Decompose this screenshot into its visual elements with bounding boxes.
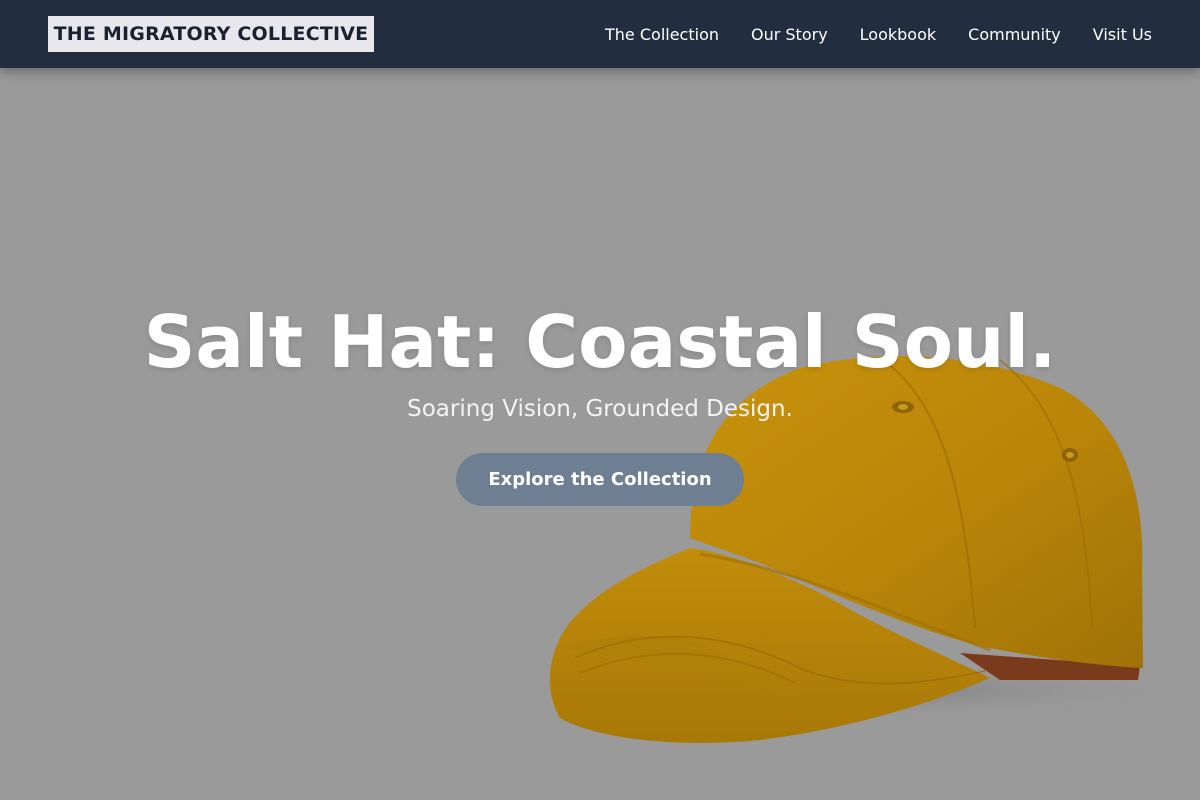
hero-cap-image [549,356,1160,744]
nav-link-lookbook[interactable]: Lookbook [860,25,936,44]
nav-link-the-collection[interactable]: The Collection [605,25,719,44]
site-header: THE MIGRATORY COLLECTIVE The Collection … [0,0,1200,68]
hero-subtitle: Soaring Vision, Grounded Design. [407,396,793,422]
page: THE MIGRATORY COLLECTIVE The Collection … [0,0,1200,800]
hero-title: Salt Hat: Coastal Soul. [143,300,1057,384]
nav-link-our-story[interactable]: Our Story [751,25,828,44]
explore-collection-button[interactable]: Explore the Collection [456,453,744,506]
nav-link-community[interactable]: Community [968,25,1061,44]
nav-link-visit-us[interactable]: Visit Us [1093,25,1152,44]
hero-section: Salt Hat: Coastal Soul. Soaring Vision, … [0,68,1200,800]
main-nav: The Collection Our Story Lookbook Commun… [605,0,1152,68]
brand-logo[interactable]: THE MIGRATORY COLLECTIVE [48,16,374,52]
